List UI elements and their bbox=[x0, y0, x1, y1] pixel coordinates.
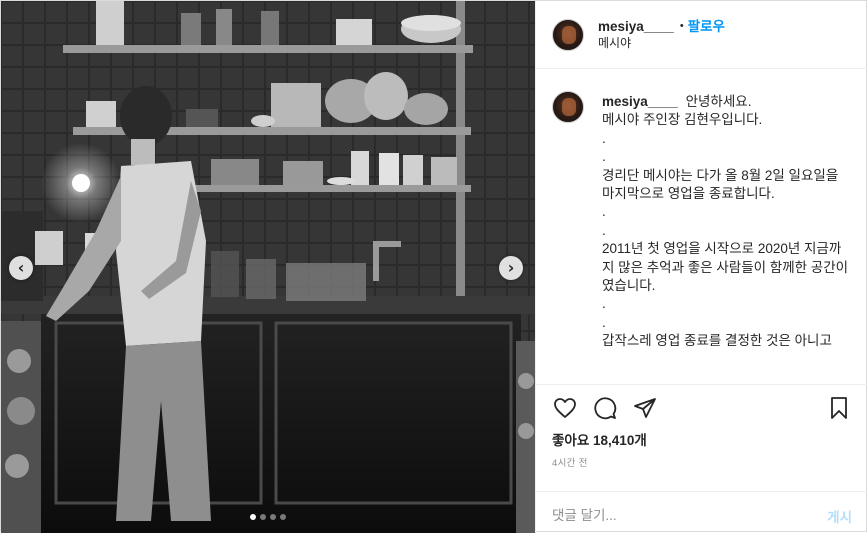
username-link[interactable]: mesiya____ bbox=[598, 18, 674, 35]
caption-line-text: 안녕하세요. bbox=[685, 94, 752, 109]
caption-line: 경리단 메시야는 다가 올 8월 2일 일요일을 bbox=[602, 167, 839, 183]
previous-photo-button[interactable]: ‹ bbox=[9, 256, 33, 280]
post-header: mesiya____ • 팔로우 메시야 bbox=[536, 1, 867, 69]
chevron-right-icon: › bbox=[507, 258, 515, 277]
separator-dot: • bbox=[679, 19, 684, 32]
caption-line: mesiya____ 안녕하세요. bbox=[602, 93, 852, 111]
caption-line: 갑작스레 영업 종료를 결정한 것은 아니고 bbox=[602, 333, 832, 349]
caption-line: . bbox=[602, 222, 606, 238]
action-bar bbox=[536, 385, 867, 431]
heart-icon bbox=[554, 398, 576, 418]
carousel-indicator bbox=[1, 514, 535, 520]
avatar[interactable] bbox=[552, 91, 584, 123]
header-text: mesiya____ • 팔로우 메시야 bbox=[598, 18, 725, 52]
caption-text: mesiya____ 안녕하세요. 메시야 주인장 김현우입니다. . . 경리… bbox=[602, 93, 852, 351]
post-side-panel: mesiya____ • 팔로우 메시야 mesiya____ 안녕하세요. 메… bbox=[535, 1, 867, 533]
header-top-row: mesiya____ • 팔로우 bbox=[598, 18, 725, 35]
caption-line: . bbox=[602, 204, 606, 220]
location-link[interactable]: 메시야 bbox=[598, 35, 725, 52]
carousel-dot bbox=[280, 514, 286, 520]
caption: mesiya____ 안녕하세요. 메시야 주인장 김현우입니다. . . 경리… bbox=[552, 91, 852, 351]
caption-line: 2011년 첫 영업을 시작으로 2020년 지금까지 많은 추억과 좋은 사람… bbox=[602, 241, 849, 294]
next-photo-button[interactable]: › bbox=[499, 256, 523, 280]
comment-input[interactable] bbox=[552, 508, 828, 523]
carousel-dot bbox=[250, 514, 256, 520]
caption-line: 메시야 주인장 김현우입니다. bbox=[602, 112, 763, 128]
comment-button[interactable] bbox=[592, 395, 618, 421]
likes-label: 좋아요 bbox=[552, 433, 590, 448]
comment-icon bbox=[594, 397, 617, 420]
like-button[interactable] bbox=[552, 395, 578, 421]
bookmark-icon bbox=[831, 397, 847, 419]
chevron-left-icon: ‹ bbox=[17, 258, 25, 277]
comments-section: mesiya____ 안녕하세요. 메시야 주인장 김현우입니다. . . 경리… bbox=[536, 69, 867, 385]
paper-plane-icon bbox=[634, 398, 656, 418]
caption-username-link[interactable]: mesiya____ bbox=[602, 94, 678, 109]
likes-count[interactable]: 좋아요 18,410개 bbox=[536, 431, 867, 451]
carousel-dot bbox=[260, 514, 266, 520]
caption-line: . bbox=[602, 314, 606, 330]
post-timestamp[interactable]: 4시간 전 bbox=[536, 451, 867, 491]
save-button[interactable] bbox=[826, 395, 852, 421]
caption-line: 마지막으로 영업을 종료합니다. bbox=[602, 186, 775, 202]
instagram-post: ‹ › mesiya____ • 팔로우 메시야 mesiya____ 안녕하세… bbox=[0, 0, 867, 533]
post-media: ‹ › bbox=[1, 1, 535, 533]
post-photo bbox=[1, 1, 535, 533]
follow-button[interactable]: 팔로우 bbox=[688, 18, 725, 35]
share-button[interactable] bbox=[632, 395, 658, 421]
caption-line: . bbox=[602, 296, 606, 312]
carousel-dot bbox=[270, 514, 276, 520]
avatar[interactable] bbox=[552, 18, 584, 51]
likes-number: 18,410개 bbox=[593, 433, 647, 448]
caption-line: . bbox=[602, 149, 606, 165]
post-comment-button[interactable]: 게시 bbox=[827, 506, 852, 526]
caption-line: . bbox=[602, 130, 606, 146]
